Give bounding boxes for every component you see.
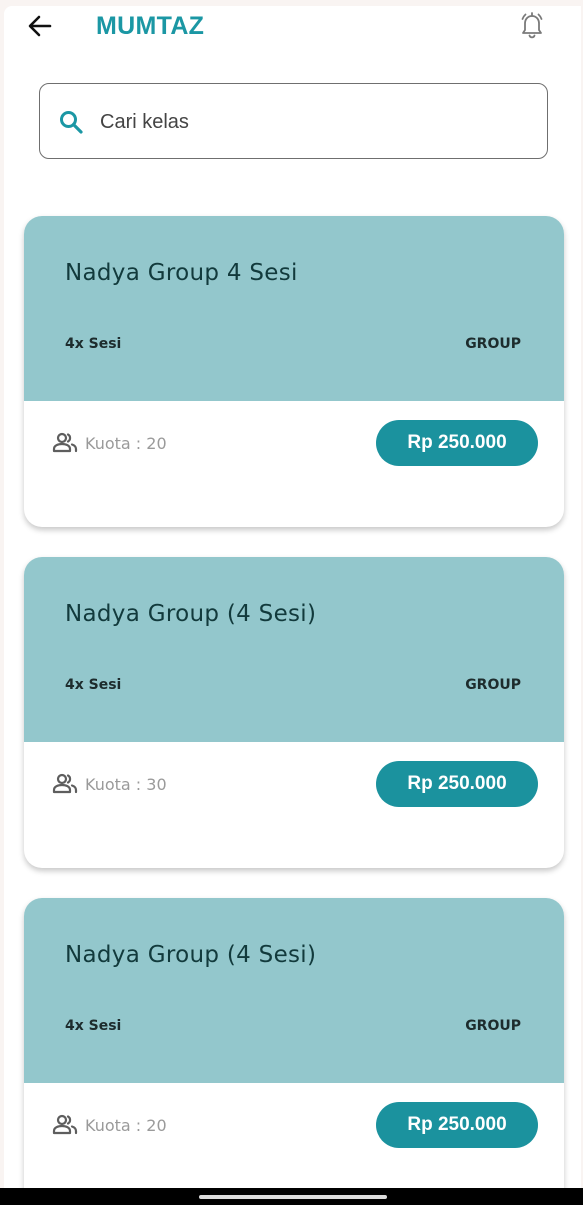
class-quota: Kuota : 30 (51, 770, 167, 798)
class-card-header: Nadya Group (4 Sesi) 4x Sesi GROUP (24, 898, 564, 1083)
class-sessions: 4x Sesi (65, 1018, 122, 1034)
quota-text: Kuota : 20 (85, 433, 167, 453)
class-quota: Kuota : 20 (51, 429, 167, 457)
notification-button[interactable] (516, 10, 548, 42)
class-card[interactable]: Nadya Group (4 Sesi) 4x Sesi GROUP Kuota… (24, 898, 564, 1188)
search-box[interactable] (39, 83, 548, 159)
people-icon (52, 432, 78, 453)
class-quota: Kuota : 20 (51, 1111, 167, 1139)
search-icon (60, 111, 83, 134)
search-input[interactable] (100, 102, 520, 142)
price-button[interactable]: Rp 250.000 (376, 420, 538, 466)
class-card-header: Nadya Group 4 Sesi 4x Sesi GROUP (24, 216, 564, 401)
people-icon (52, 1114, 78, 1135)
class-sessions: 4x Sesi (65, 336, 122, 352)
class-type: GROUP (465, 336, 521, 352)
class-title: Nadya Group (4 Sesi) (65, 601, 317, 627)
class-title: Nadya Group 4 Sesi (65, 260, 298, 286)
class-card[interactable]: Nadya Group (4 Sesi) 4x Sesi GROUP Kuota… (24, 557, 564, 868)
app-screen: MUMTAZ Nadya Group 4 Sesi 4x Sesi GROUP (4, 6, 581, 1188)
class-type: GROUP (465, 1018, 521, 1034)
bell-ringing-icon (521, 12, 543, 39)
app-title: MUMTAZ (96, 12, 205, 40)
system-navigation-bar (0, 1188, 583, 1205)
back-button[interactable] (26, 12, 54, 40)
class-sessions: 4x Sesi (65, 677, 122, 693)
price-button[interactable]: Rp 250.000 (376, 761, 538, 807)
arrow-left-icon (28, 15, 52, 37)
quota-text: Kuota : 20 (85, 1115, 167, 1135)
class-card-header: Nadya Group (4 Sesi) 4x Sesi GROUP (24, 557, 564, 742)
top-bar: MUMTAZ (4, 6, 581, 52)
quota-text: Kuota : 30 (85, 774, 167, 794)
home-indicator[interactable] (199, 1195, 387, 1199)
class-card[interactable]: Nadya Group 4 Sesi 4x Sesi GROUP Kuota :… (24, 216, 564, 527)
class-type: GROUP (465, 677, 521, 693)
price-button[interactable]: Rp 250.000 (376, 1102, 538, 1148)
class-title: Nadya Group (4 Sesi) (65, 942, 317, 968)
people-icon (52, 773, 78, 794)
